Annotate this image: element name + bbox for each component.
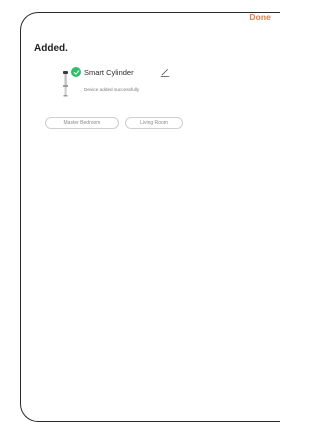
room-chip-master-bedroom[interactable]: Master Bedroom — [45, 117, 119, 129]
device-row: Smart Cylinder Device added successfully — [62, 66, 212, 100]
device-status: Device added successfully — [84, 87, 140, 92]
device-name: Smart Cylinder — [84, 68, 134, 77]
room-chips: Master Bedroom Living Room — [45, 117, 183, 129]
room-chip-living-room[interactable]: Living Room — [125, 117, 183, 129]
pencil-icon[interactable] — [160, 68, 170, 77]
page-title: Added. — [34, 43, 68, 54]
check-icon — [71, 67, 81, 77]
done-button[interactable]: Done — [249, 12, 271, 22]
